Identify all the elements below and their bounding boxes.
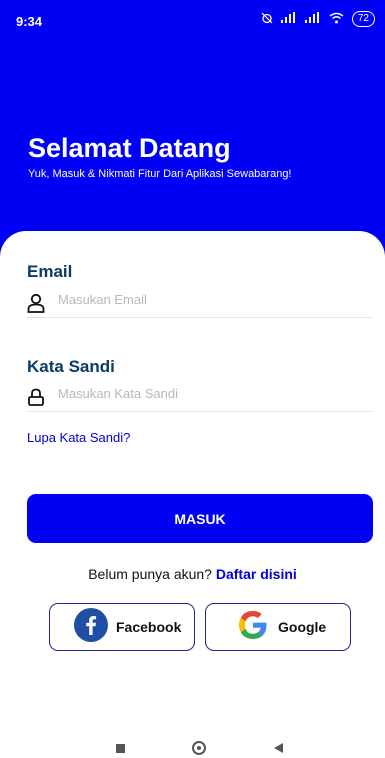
nav-back-icon[interactable] <box>274 743 283 753</box>
lock-icon <box>27 387 45 407</box>
login-button[interactable]: MASUK <box>27 494 373 543</box>
forgot-password-link[interactable]: Lupa Kata Sandi? <box>27 430 130 445</box>
password-field[interactable] <box>27 381 373 412</box>
register-text: Belum punya akun? <box>88 566 212 582</box>
facebook-icon <box>74 607 108 647</box>
email-input[interactable] <box>58 287 358 311</box>
battery-indicator: 72 <box>351 11 375 27</box>
facebook-login-button[interactable]: Facebook <box>49 603 195 651</box>
status-bar: 9:34 72 <box>0 0 385 40</box>
email-field[interactable] <box>27 287 373 318</box>
user-icon <box>27 293 45 313</box>
password-input[interactable] <box>58 381 358 405</box>
register-link[interactable]: Daftar disini <box>216 566 297 582</box>
google-login-button[interactable]: Google <box>205 603 351 651</box>
nav-home-icon[interactable] <box>192 741 206 755</box>
alarm-icon <box>261 12 273 27</box>
google-label: Google <box>278 619 327 635</box>
signal-icon <box>280 12 297 26</box>
page-title: Selamat Datang <box>28 133 231 163</box>
page-subtitle: Yuk, Masuk & Nikmati Fitur Dari Aplikasi… <box>28 168 292 180</box>
nav-recent-icon[interactable] <box>116 744 125 753</box>
status-icons: 72 <box>261 11 375 27</box>
password-label: Kata Sandi <box>27 357 115 376</box>
status-time: 9:34 <box>16 14 43 29</box>
signal-icon <box>304 12 321 26</box>
google-icon <box>236 608 270 647</box>
wifi-icon <box>329 12 344 27</box>
header-banner: 9:34 72 Selamat Datang Yuk, Masuk & Nikm… <box>0 0 385 260</box>
facebook-label: Facebook <box>116 619 182 635</box>
system-nav-bar <box>0 730 385 758</box>
register-prompt: Belum punya akun? Daftar disini <box>0 566 385 582</box>
email-label: Email <box>27 262 73 281</box>
